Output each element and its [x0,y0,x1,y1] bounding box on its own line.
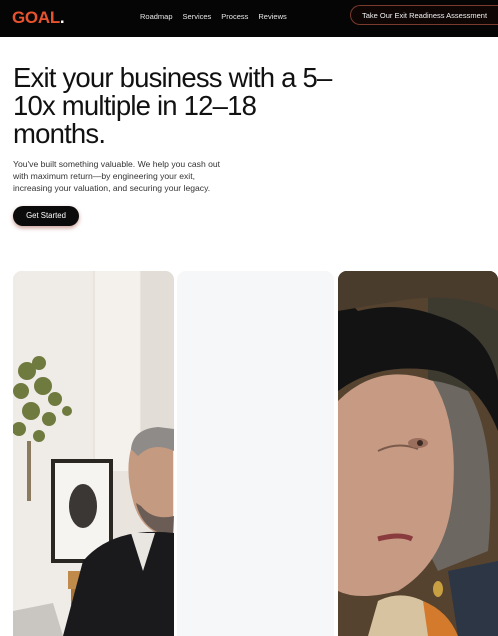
get-started-button[interactable]: Get Started [13,206,79,226]
nav-link-services[interactable]: Services [183,12,212,21]
hero-subtitle: You've built something valuable. We help… [13,159,221,193]
nav-link-reviews[interactable]: Reviews [258,12,286,21]
logo-dot: . [59,8,65,27]
logo-text: GOAL [12,8,60,27]
elderly-woman-photo-card [338,271,498,636]
assessment-button[interactable]: Take Our Exit Readiness Assessment [350,5,498,25]
businessman-photo [13,271,174,636]
logo[interactable]: GOAL. [12,8,65,28]
nav-link-roadmap[interactable]: Roadmap [140,12,173,21]
nav-link-process[interactable]: Process [221,12,248,21]
nav-links: Roadmap Services Process Reviews [140,12,297,21]
businessman-photo-card [13,271,174,636]
elderly-woman-photo [338,271,498,636]
blank-card [177,271,334,636]
top-nav: GOAL. Roadmap Services Process Reviews T… [0,0,498,37]
hero-title: Exit your business with a 5–10x multiple… [13,62,332,149]
